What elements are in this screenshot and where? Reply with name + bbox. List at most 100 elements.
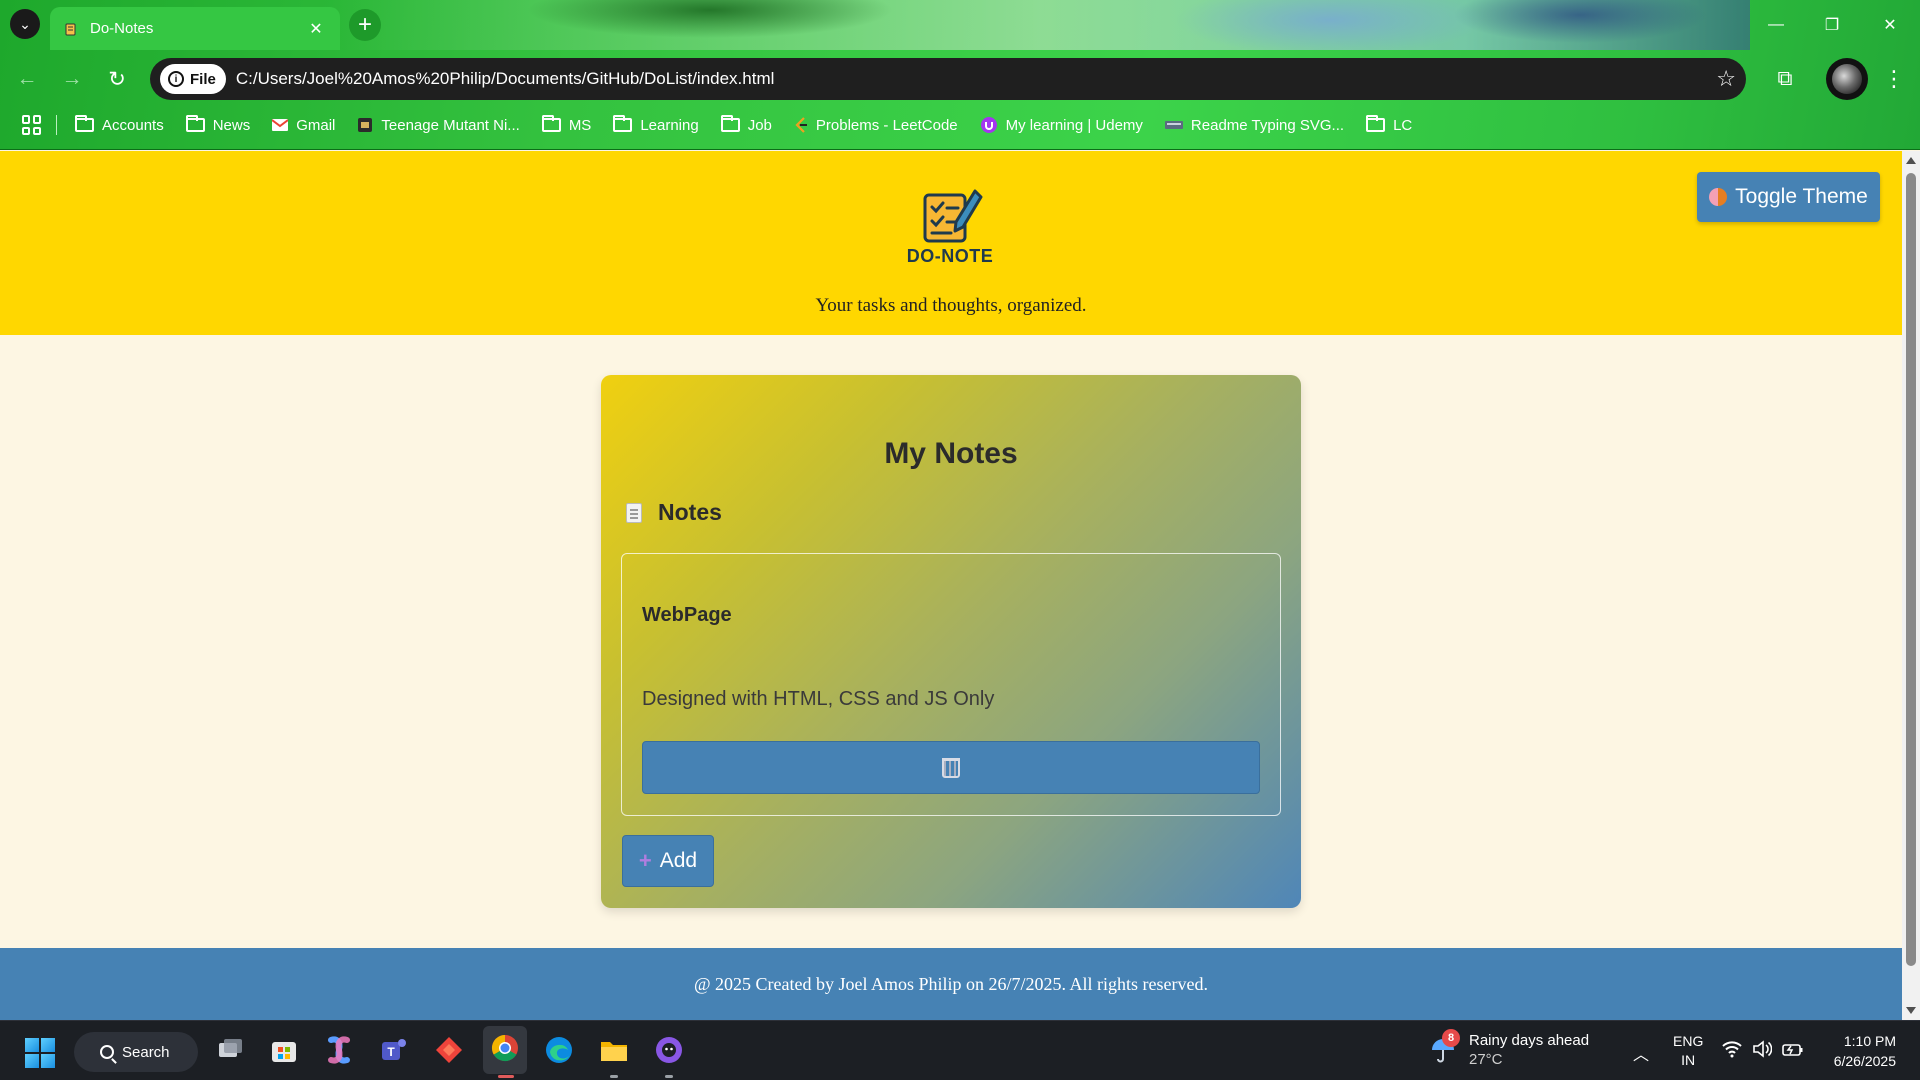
info-icon: i: [168, 71, 184, 87]
tab-do-notes[interactable]: Do-Notes ✕: [50, 7, 340, 50]
minimize-button[interactable]: —: [1748, 0, 1804, 50]
tab-close-icon[interactable]: ✕: [306, 19, 326, 39]
bookmark-label: News: [212, 116, 251, 134]
logo-wordmark: DO-NOTE: [906, 246, 994, 266]
url-text[interactable]: C:/Users/Joel%20Amos%20Philip/Documents/…: [236, 69, 1716, 89]
note-body: Designed with HTML, CSS and JS Only: [642, 688, 995, 710]
toggle-theme-label: Toggle Theme: [1735, 185, 1868, 208]
footer-text: @ 2025 Created by Joel Amos Philip on 26…: [693, 973, 1209, 994]
copilot-icon[interactable]: [323, 1034, 355, 1066]
chrome-icon: [491, 1034, 518, 1062]
bookmark-star-icon[interactable]: ☆: [1716, 66, 1736, 92]
file-explorer-icon[interactable]: [598, 1034, 630, 1066]
bookmark-accounts[interactable]: Accounts: [75, 115, 164, 134]
restore-button[interactable]: ❐: [1804, 0, 1860, 50]
folder-icon: [75, 115, 94, 132]
brain-icon: [1709, 188, 1728, 206]
bookmark-label: LC: [1393, 116, 1413, 134]
scroll-down-icon[interactable]: [1906, 1007, 1916, 1014]
browser-chrome: ⌄ Do-Notes ✕ + — ❐ ✕ ← → ↻ i File C:/Use…: [0, 0, 1920, 150]
folder-icon: [185, 115, 205, 132]
show-hidden-icons-chevron-up-icon[interactable]: ︿: [1633, 1041, 1649, 1065]
teams-icon[interactable]: T: [378, 1034, 410, 1066]
reload-button[interactable]: ↻: [100, 62, 134, 96]
note-title: WebPage: [642, 604, 732, 626]
github-desktop-icon[interactable]: [653, 1034, 685, 1066]
search-icon: [100, 1045, 114, 1059]
back-button[interactable]: ←: [10, 62, 44, 96]
clock-date: 6/26/2025: [1833, 1053, 1896, 1069]
bookmark-readme-typing[interactable]: Readme Typing SVG...: [1164, 117, 1344, 134]
weather-widget[interactable]: Rainy days ahead 27°C: [1469, 1031, 1589, 1069]
bookmark-gmail[interactable]: Gmail: [272, 117, 335, 134]
delete-note-button[interactable]: [642, 741, 1260, 794]
notepad-pen-logo-icon: [923, 189, 983, 243]
profile-avatar[interactable]: [1826, 58, 1868, 100]
task-view-icon[interactable]: [214, 1034, 246, 1066]
tab-search-button[interactable]: ⌄: [10, 9, 40, 39]
forward-button[interactable]: →: [55, 62, 89, 96]
taskbar-search-label: Search: [122, 1043, 170, 1061]
github-running-indicator: [665, 1075, 673, 1078]
site-tagline: Your tasks and thoughts, organized.: [815, 295, 1087, 316]
new-tab-button[interactable]: +: [349, 9, 381, 41]
bookmark-teenage-mutant[interactable]: Teenage Mutant Ni...: [357, 117, 520, 134]
battery-charging-icon: [1782, 1044, 1803, 1056]
taskbar-search-button[interactable]: Search: [74, 1032, 198, 1072]
scroll-up-icon[interactable]: [1906, 157, 1916, 164]
bookmark-label: Gmail: [296, 116, 336, 134]
site-footer: @ 2025 Created by Joel Amos Philip on 26…: [0, 948, 1902, 1020]
site-info-chip[interactable]: i File: [160, 64, 226, 94]
bookmark-job[interactable]: Job: [720, 115, 772, 134]
browser-menu-icon[interactable]: ⋮: [1880, 62, 1908, 96]
taskbar: Search T 8 Rainy days ahead 27°C ︿ ENG I…: [0, 1020, 1920, 1080]
folder-icon: [541, 115, 561, 132]
edge-icon[interactable]: [543, 1034, 575, 1066]
plus-icon: +: [638, 848, 652, 873]
bookmark-ms[interactable]: MS: [541, 115, 592, 134]
browser-toolbar: ← → ↻ i File C:/Users/Joel%20Amos%20Phil…: [0, 50, 1920, 106]
site-header: DO-NOTE Your tasks and thoughts, organiz…: [0, 151, 1902, 335]
bookmark-label: Learning: [640, 116, 699, 134]
wastebasket-icon: [942, 757, 960, 778]
bookmark-label: MS: [568, 116, 592, 134]
extensions-puzzle-icon[interactable]: ⧉: [1768, 62, 1802, 96]
notepad-favicon-icon: [65, 23, 76, 35]
chrome-taskbar-button[interactable]: [483, 1026, 527, 1074]
weather-headline: Rainy days ahead: [1469, 1032, 1590, 1049]
wifi-icon: [1722, 1041, 1742, 1058]
site-info-label: File: [190, 70, 216, 88]
address-bar[interactable]: i File C:/Users/Joel%20Amos%20Philip/Doc…: [150, 58, 1746, 100]
language-line-1: ENG: [1673, 1033, 1704, 1049]
microsoft-store-icon[interactable]: [268, 1034, 300, 1066]
close-window-button[interactable]: ✕: [1860, 0, 1920, 50]
system-tray-icons[interactable]: [1722, 1040, 1804, 1058]
toggle-theme-button[interactable]: Toggle Theme: [1697, 172, 1880, 222]
site-icon: [357, 117, 373, 133]
bookmark-label: Job: [747, 116, 772, 134]
gmail-icon: [272, 119, 289, 131]
anydesk-icon[interactable]: [433, 1034, 465, 1066]
bookmark-label: My learning | Udemy: [1005, 116, 1143, 134]
tab-strip: ⌄ Do-Notes ✕ + — ❐ ✕: [0, 0, 1920, 50]
typing-icon: [1164, 119, 1183, 131]
bookmark-lc[interactable]: LC: [1366, 115, 1413, 134]
memo-icon: [626, 502, 642, 523]
explorer-running-indicator: [610, 1075, 618, 1078]
windows-start-icon[interactable]: [25, 1038, 55, 1068]
language-indicator[interactable]: ENG IN: [1673, 1032, 1703, 1070]
bookmark-udemy[interactable]: My learning | Udemy: [980, 116, 1143, 134]
bookmark-learning[interactable]: Learning: [613, 115, 699, 134]
scroll-thumb[interactable]: [1906, 173, 1916, 966]
taskbar-clock[interactable]: 1:10 PM 6/26/2025: [1816, 1031, 1896, 1071]
weather-alert-badge: 8: [1442, 1029, 1460, 1047]
vertical-scrollbar[interactable]: [1902, 151, 1920, 1020]
note-item: WebPage Designed with HTML, CSS and JS O…: [621, 553, 1281, 816]
notes-heading-label: Notes: [658, 499, 722, 525]
apps-grid-icon[interactable]: [22, 115, 42, 135]
bookmark-news[interactable]: News: [185, 115, 251, 134]
add-note-button[interactable]: + Add: [622, 835, 714, 887]
chevron-down-icon: ⌄: [19, 15, 31, 32]
bookmarks-bar: Accounts News Gmail Teenage Mutant Ni...…: [0, 106, 1920, 144]
bookmark-leetcode[interactable]: Problems - LeetCode: [794, 117, 958, 134]
